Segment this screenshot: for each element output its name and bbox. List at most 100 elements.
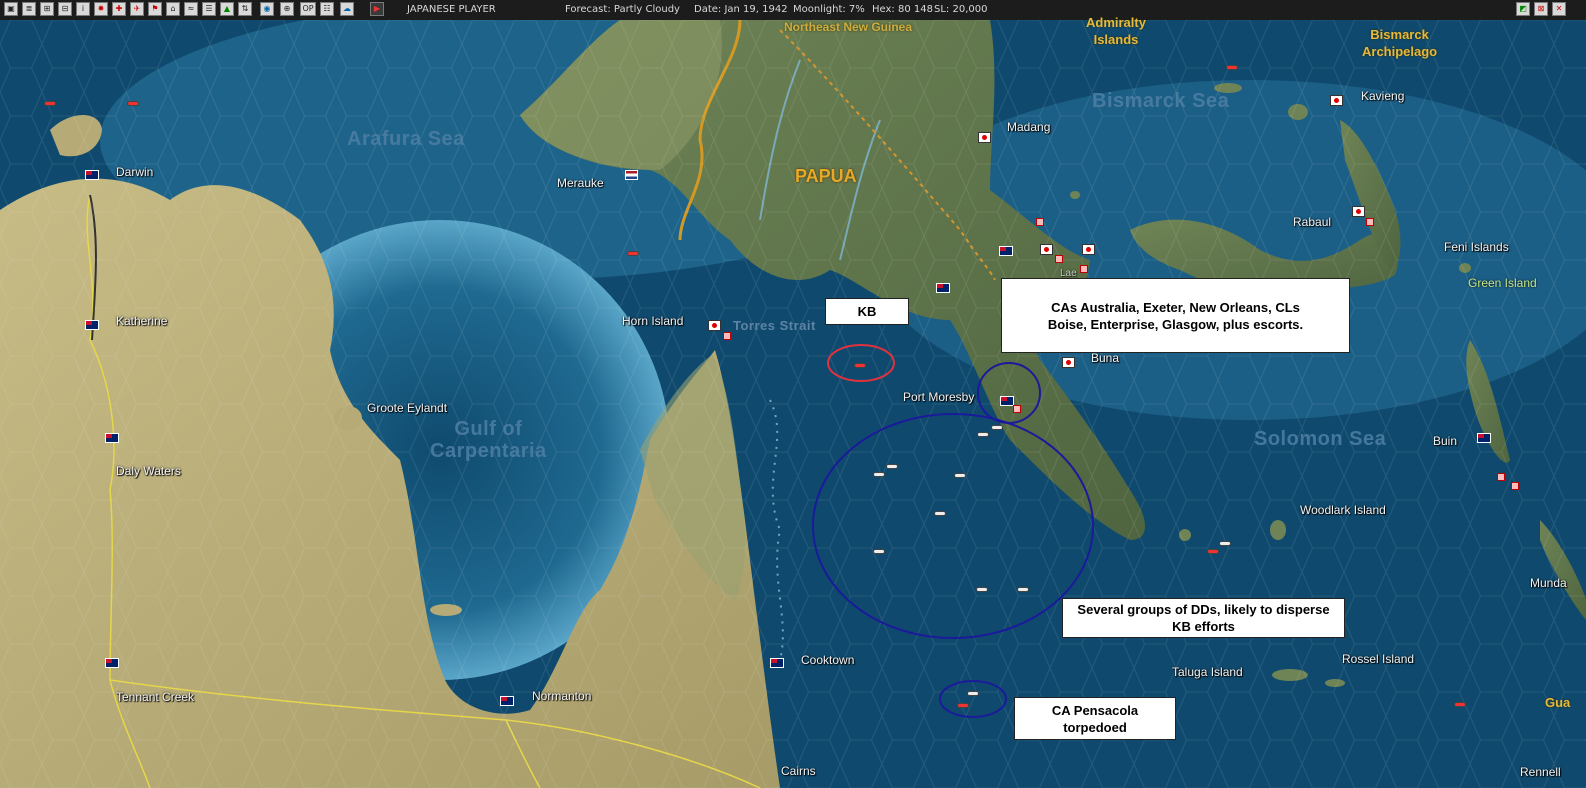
close-icon[interactable]: ✕ [1552, 2, 1566, 16]
allied-task-force-ship[interactable] [992, 426, 1002, 429]
allied-task-force-ship[interactable] [1220, 542, 1230, 545]
task-force-ship[interactable] [1455, 703, 1465, 706]
group-icon[interactable]: ⊞ [40, 2, 54, 16]
place-daly-waters[interactable]: Daly Waters [116, 464, 181, 478]
place-rossel-island[interactable]: Rossel Island [1342, 652, 1414, 666]
place-gua[interactable]: Gua [1545, 695, 1570, 710]
map-icon[interactable]: ☰ [202, 2, 216, 16]
airfield-marker[interactable] [1080, 265, 1088, 273]
place-feni-islands[interactable]: Feni Islands [1444, 240, 1509, 254]
allied-task-force-ship[interactable] [977, 588, 987, 591]
airfield-marker[interactable] [723, 332, 731, 340]
moonlight-label: Moonlight: 7% [793, 4, 865, 15]
place-merauke[interactable]: Merauke [557, 176, 604, 190]
allied-task-force-ship[interactable] [968, 692, 978, 695]
op-button[interactable]: OP [300, 2, 316, 16]
menu-icon[interactable]: ☷ [320, 2, 334, 16]
japanese-base-flag[interactable] [1330, 95, 1343, 106]
task-force-ship[interactable] [1208, 550, 1218, 553]
allied-task-force-ship[interactable] [1018, 588, 1028, 591]
allied-base-flag[interactable] [500, 696, 514, 706]
place-horn-island[interactable]: Horn Island [622, 314, 683, 328]
sun-icon[interactable]: ✹ [94, 2, 108, 16]
place-rabaul[interactable]: Rabaul [1293, 215, 1331, 229]
allied-task-force-ship[interactable] [887, 465, 897, 468]
reports-icon[interactable]: ≈ [184, 2, 198, 16]
region-label-northeast-new-guinea: Northeast New Guinea [784, 20, 913, 34]
place-madang[interactable]: Madang [1007, 120, 1050, 134]
place-munda[interactable]: Munda [1530, 576, 1567, 590]
task-force-ship[interactable] [958, 704, 968, 707]
aircraft-2-icon[interactable]: ✈ [130, 2, 144, 16]
place-port-moresby[interactable]: Port Moresby [903, 390, 974, 404]
aircraft-icon[interactable]: ✚ [112, 2, 126, 16]
japanese-base-flag[interactable] [978, 132, 991, 143]
settings-icon[interactable]: ⊕ [280, 2, 294, 16]
place-woodlark-island[interactable]: Woodlark Island [1300, 503, 1386, 517]
forecast-label: Forecast: Partly Cloudy [565, 4, 680, 15]
minimize-icon[interactable]: ◩ [1516, 2, 1530, 16]
allied-base-flag[interactable] [936, 283, 950, 293]
allied-base-flag[interactable] [1000, 396, 1014, 406]
task-force-ship[interactable] [45, 102, 55, 105]
cloud-icon[interactable]: ☁ [340, 2, 354, 16]
sea-label-arafura: Arafura Sea [347, 128, 465, 150]
allied-task-force-ship[interactable] [874, 550, 884, 553]
allied-task-force-ship[interactable] [935, 512, 945, 515]
alert-icon[interactable]: i [76, 2, 90, 16]
allied-base-flag[interactable] [85, 170, 99, 180]
place-darwin[interactable]: Darwin [116, 165, 153, 179]
task-force-ship[interactable] [1227, 66, 1237, 69]
allied-base-flag[interactable] [770, 658, 784, 668]
place-groote-eylandt[interactable]: Groote Eylandt [367, 401, 447, 415]
allied-task-force-ship[interactable] [874, 473, 884, 476]
place-normanton[interactable]: Normanton [532, 689, 591, 703]
airfield-marker[interactable] [1055, 255, 1063, 263]
place-tennant-creek[interactable]: Tennant Creek [116, 690, 194, 704]
airfield-marker[interactable] [1013, 405, 1021, 413]
japanese-base-flag[interactable] [1040, 244, 1053, 255]
flag-icon[interactable]: ⚑ [148, 2, 162, 16]
airfield-marker[interactable] [1497, 473, 1505, 481]
dutch-base-flag[interactable] [625, 170, 638, 180]
globe-icon[interactable]: ◉ [260, 2, 274, 16]
region-label-papua: PAPUA [795, 166, 857, 186]
region-label-bismarck-archipelago: Bismarck Archipelago [1362, 27, 1438, 59]
place-rennell[interactable]: Rennell [1520, 765, 1561, 779]
allied-base-flag[interactable] [105, 658, 119, 668]
base-icon[interactable]: ⌂ [166, 2, 180, 16]
task-force-ship[interactable] [128, 102, 138, 105]
allied-base-flag[interactable] [1477, 433, 1491, 443]
place-taluga-island[interactable]: Taluga Island [1172, 665, 1243, 679]
japanese-base-flag[interactable] [1082, 244, 1095, 255]
place-cooktown[interactable]: Cooktown [801, 653, 854, 667]
japanese-base-flag[interactable] [1062, 357, 1075, 368]
restore-icon[interactable]: ⊠ [1534, 2, 1548, 16]
ships-icon[interactable]: ⊟ [58, 2, 72, 16]
allied-base-flag[interactable] [85, 320, 99, 330]
task-force-ship[interactable] [628, 252, 638, 255]
play-icon[interactable]: ▶ [370, 2, 384, 16]
airfield-marker[interactable] [1036, 218, 1044, 226]
japanese-base-flag[interactable] [708, 320, 721, 331]
place-buin[interactable]: Buin [1433, 434, 1457, 448]
place-buna[interactable]: Buna [1091, 351, 1119, 365]
airfield-marker[interactable] [1366, 218, 1374, 226]
allied-task-force-ship[interactable] [978, 433, 988, 436]
info-icon[interactable]: ▣ [4, 2, 18, 16]
kb-task-force-ship[interactable] [855, 364, 865, 367]
place-cairns[interactable]: Cairns [781, 764, 816, 778]
airfield-marker[interactable] [1511, 482, 1519, 490]
allied-base-flag[interactable] [999, 246, 1013, 256]
place-kavieng[interactable]: Kavieng [1361, 89, 1404, 103]
terrain-icon[interactable]: ▲ [220, 2, 234, 16]
list-icon[interactable]: ≣ [22, 2, 36, 16]
hex-map[interactable]: Arafura Sea Gulf of Carpentaria Bismarck… [0, 15, 1586, 788]
game-window: ▣ ≣ ⊞ ⊟ i ✹ ✚ ✈ ⚑ ⌂ ≈ ☰ ▲ ⇅ ◉ ⊕ OP ☷ ☁ ▶… [0, 0, 1586, 788]
allied-base-flag[interactable] [105, 433, 119, 443]
place-katherine[interactable]: Katherine [116, 314, 167, 328]
allied-task-force-ship[interactable] [955, 474, 965, 477]
sea-label-bismarck: Bismarck Sea [1092, 90, 1230, 112]
filter-icon[interactable]: ⇅ [238, 2, 252, 16]
japanese-base-flag[interactable] [1352, 206, 1365, 217]
